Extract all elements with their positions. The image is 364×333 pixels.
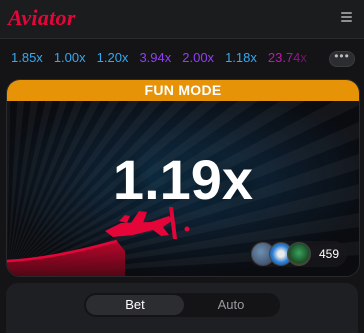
aviator-logo: Aviator: [8, 5, 76, 30]
current-multiplier: 1.19x: [112, 148, 254, 211]
history-more-button[interactable]: •••: [329, 50, 355, 67]
history-item[interactable]: 1.18x: [225, 50, 257, 65]
history-item[interactable]: 1.20x: [97, 50, 129, 65]
app-header: Aviator: [0, 0, 364, 39]
history-list: 1.85x 1.00x 1.20x 3.94x 2.00x 1.18x 23.7…: [6, 40, 324, 74]
players-online[interactable]: 459: [248, 241, 347, 267]
fun-mode-label: FUN MODE: [144, 82, 222, 98]
player-avatar: [286, 242, 311, 266]
bet-mode-tabs: Bet Auto: [84, 293, 280, 317]
tab-auto[interactable]: Auto: [182, 295, 280, 315]
history-item[interactable]: 1.00x: [54, 50, 86, 65]
game-stage: 1.19x 459: [7, 101, 359, 276]
hamburger-menu-icon[interactable]: [341, 12, 352, 22]
bet-panel: Bet Auto: [6, 283, 358, 333]
tab-bet[interactable]: Bet: [86, 295, 184, 315]
history-item[interactable]: 1.85x: [11, 50, 43, 65]
history-item[interactable]: 23.74x: [268, 50, 307, 65]
fun-mode-banner: FUN MODE: [7, 80, 359, 101]
history-item[interactable]: 3.94x: [139, 50, 171, 65]
multiplier-history-bar: 1.85x 1.00x 1.20x 3.94x 2.00x 1.18x 23.7…: [0, 40, 364, 74]
history-item[interactable]: 2.00x: [182, 50, 214, 65]
game-panel: FUN MODE 1.19x 459: [6, 79, 360, 277]
players-count: 459: [318, 247, 339, 261]
